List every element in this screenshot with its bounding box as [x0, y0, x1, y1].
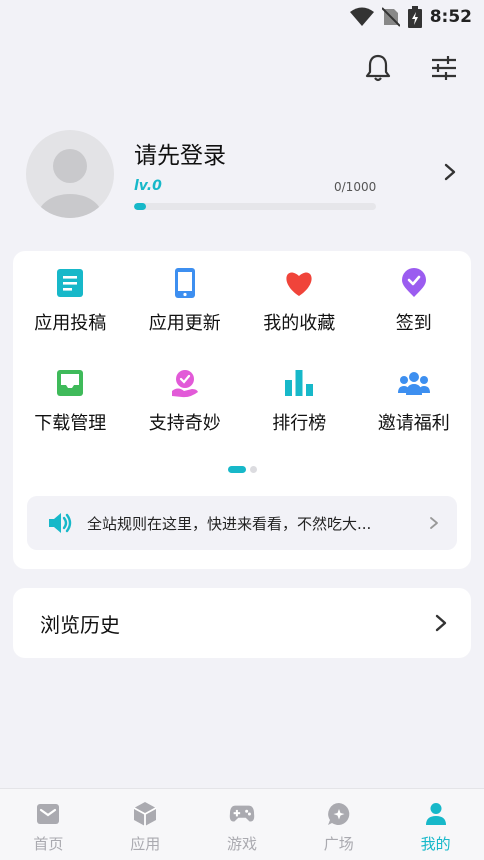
- phone-icon: [174, 268, 195, 298]
- nav-home[interactable]: 首页: [0, 789, 97, 860]
- grid-item-ranking[interactable]: 排行榜: [242, 365, 357, 435]
- donate-icon: [171, 370, 198, 398]
- default-avatar-icon: [38, 149, 102, 218]
- grid-item-check-in[interactable]: 签到: [357, 265, 472, 335]
- gamepad-icon: [229, 805, 255, 822]
- browse-history-row[interactable]: 浏览历史: [13, 588, 471, 658]
- avatar[interactable]: [26, 130, 114, 218]
- notice-banner[interactable]: 全站规则在这里，快进来看看，不然吃大...: [27, 496, 457, 550]
- experience-count: 0/1000: [334, 180, 377, 194]
- feature-grid: 应用投稿 应用更新 我的收藏 签到 下载管理 支持奇妙 排行榜 邀请福利: [13, 265, 471, 435]
- notice-text: 全站规则在这里，快进来看看，不然吃大...: [87, 514, 372, 533]
- mail-icon: [37, 804, 60, 824]
- chevron-right-icon[interactable]: [440, 162, 460, 182]
- cube-icon: [133, 802, 157, 826]
- grid-item-my-favorites[interactable]: 我的收藏: [242, 265, 357, 335]
- experience-progress-fill: [134, 203, 146, 210]
- battery-charging-icon: [407, 6, 422, 28]
- checkmark-badge-icon: [401, 268, 426, 297]
- nav-plaza[interactable]: 广场: [290, 789, 387, 860]
- chat-icon: [327, 803, 350, 825]
- user-level: lv.0: [134, 178, 162, 194]
- speaker-icon: [49, 513, 72, 533]
- person-icon: [425, 803, 446, 825]
- top-actions: [362, 52, 460, 84]
- bottom-navigation: 首页 应用 游戏 广场 我的: [0, 788, 484, 860]
- grid-item-support[interactable]: 支持奇妙: [128, 365, 243, 435]
- no-sim-icon: [381, 7, 400, 27]
- nav-mine[interactable]: 我的: [387, 789, 484, 860]
- grid-item-app-update[interactable]: 应用更新: [128, 265, 243, 335]
- feature-card: 应用投稿 应用更新 我的收藏 签到 下载管理 支持奇妙 排行榜 邀请福利 全站规…: [13, 251, 471, 569]
- grid-item-download-manager[interactable]: 下载管理: [13, 365, 128, 435]
- nav-games[interactable]: 游戏: [194, 789, 291, 860]
- chevron-right-icon: [435, 614, 447, 632]
- page-indicator: [13, 466, 471, 473]
- page-dot: [249, 466, 257, 473]
- chevron-right-icon: [430, 517, 438, 529]
- wifi-icon: [349, 7, 374, 26]
- nav-apps[interactable]: 应用: [97, 789, 194, 860]
- grid-item-app-submit[interactable]: 应用投稿: [13, 265, 128, 335]
- document-icon: [57, 269, 84, 297]
- bar-chart-icon: [285, 370, 314, 396]
- settings-sliders-icon[interactable]: [428, 52, 460, 84]
- login-prompt[interactable]: 请先登录: [134, 136, 226, 170]
- grid-item-invite[interactable]: 邀请福利: [357, 365, 472, 435]
- inbox-icon: [57, 370, 84, 396]
- status-bar: 8:52: [0, 0, 484, 34]
- clock: 8:52: [429, 7, 472, 27]
- page-dot-active: [227, 466, 246, 473]
- notification-bell-icon[interactable]: [362, 52, 394, 84]
- people-icon: [397, 372, 430, 395]
- experience-progress-bar: [134, 203, 376, 210]
- browse-history-label: 浏览历史: [40, 612, 120, 637]
- heart-icon: [286, 272, 312, 296]
- profile-section[interactable]: 请先登录 lv.0 0/1000: [26, 128, 460, 218]
